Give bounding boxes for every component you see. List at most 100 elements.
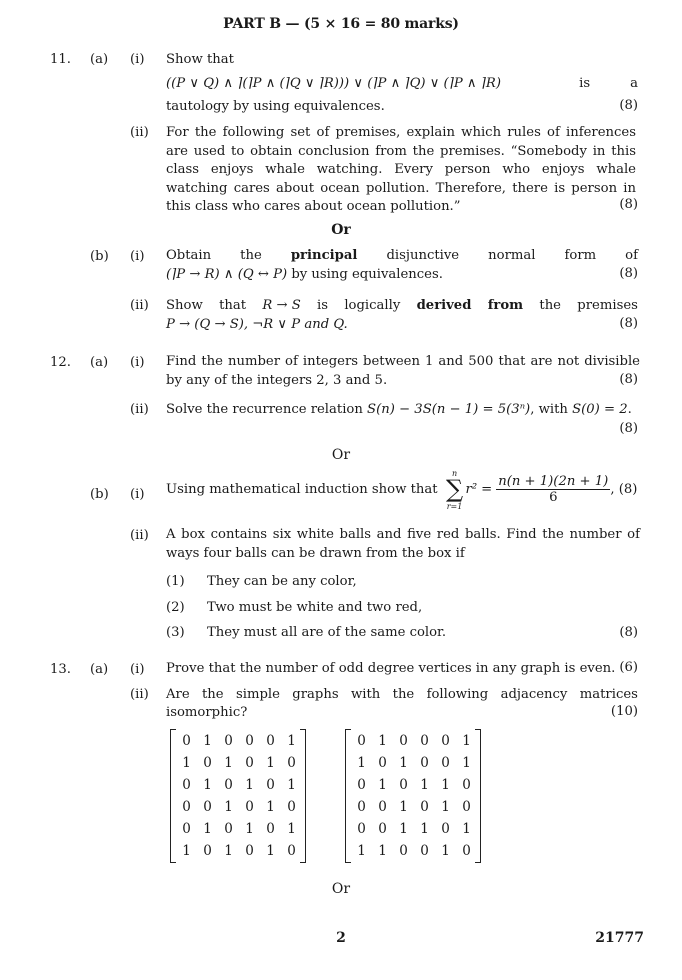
marks: (8): [618, 482, 638, 497]
matrix-cell: 1: [203, 821, 212, 837]
marks: (8): [619, 316, 638, 331]
word: the: [392, 687, 415, 702]
sigma-symbol: ∑: [445, 475, 464, 503]
or-separator: Or: [331, 881, 351, 897]
marks: (8): [619, 421, 638, 436]
matrix-cell: 0: [399, 843, 408, 859]
matrix-cell: 0: [224, 733, 233, 749]
question-text: For the following set of premises, expla…: [166, 125, 636, 214]
matrix-cell: 1: [203, 777, 212, 793]
matrix-cell: 0: [182, 733, 191, 749]
subpart-label: (i): [130, 249, 145, 264]
word: normal: [488, 248, 536, 263]
matrix-cell: 0: [462, 799, 471, 815]
question-text: Using mathematical induction show that: [166, 482, 438, 497]
right-bracket: [300, 729, 306, 863]
word: premises: [577, 298, 638, 313]
subpart-label: (i): [130, 487, 145, 502]
matrix-cell: 0: [441, 733, 450, 749]
matrix-cell: 0: [378, 821, 387, 837]
matrix-cell: 0: [357, 777, 366, 793]
word: the: [202, 687, 224, 702]
question-text-line: Obtain the principal disjunctive normal …: [166, 247, 638, 266]
matrix-cell: 1: [462, 821, 471, 837]
matrix-cell: 1: [399, 799, 408, 815]
matrix-cell: 1: [357, 755, 366, 771]
matrix-cell: 0: [420, 755, 429, 771]
matrix-cell: 1: [266, 843, 275, 859]
word: of: [625, 248, 638, 263]
formula: S(0) = 2: [572, 402, 628, 417]
matrix-cell: 0: [441, 755, 450, 771]
word: disjunctive: [386, 248, 460, 263]
word: with: [350, 687, 381, 702]
matrix-cell: 0: [266, 777, 275, 793]
formula: P → (Q → S), ¬R ∨ P and Q.: [166, 317, 348, 332]
equals-sign: =: [481, 482, 493, 497]
word: following: [426, 687, 489, 702]
formula: R → S: [262, 298, 301, 313]
subpart-label: (i): [130, 52, 145, 67]
sum-term: r²: [465, 482, 478, 497]
matrix-cell: 1: [182, 843, 191, 859]
matrix-cell: 1: [462, 733, 471, 749]
marks: (8): [619, 197, 638, 212]
matrix-cell: 0: [287, 843, 296, 859]
left-bracket: [345, 729, 351, 863]
question-text-line: Are the simple graphs with the following…: [166, 686, 638, 705]
matrix-cell: 1: [182, 755, 191, 771]
word: graphs: [292, 687, 339, 702]
matrix-cell: 0: [266, 733, 275, 749]
matrix-cell: 1: [378, 733, 387, 749]
matrix-cell: 0: [378, 755, 387, 771]
matrix-cell: 1: [224, 843, 233, 859]
subpart-label: (ii): [130, 687, 149, 702]
marks: (8): [619, 98, 638, 113]
word: form: [564, 248, 597, 263]
matrix-cell: 0: [462, 843, 471, 859]
option-label: (3): [166, 625, 185, 640]
matrix-cell: 1: [287, 821, 296, 837]
word: the: [240, 248, 262, 263]
question-text: Prove that the number of odd degree vert…: [166, 661, 616, 676]
matrix-cell: 1: [378, 843, 387, 859]
part-label: (b): [90, 249, 109, 264]
matrix-cell: 1: [287, 777, 296, 793]
matrix-cell: 1: [399, 755, 408, 771]
marks: (8): [619, 372, 638, 387]
question-text: Solve the recurrence relation: [166, 402, 368, 417]
matrix-cell: 1: [224, 755, 233, 771]
question-number: 13.: [50, 662, 71, 677]
matrix-cell: 0: [399, 733, 408, 749]
part-label: (a): [90, 355, 109, 370]
or-separator: Or: [331, 447, 351, 463]
subpart-label: (i): [130, 355, 145, 370]
matrix-cell: 1: [245, 777, 254, 793]
page-number: 2: [336, 930, 346, 946]
option-label: (2): [166, 600, 185, 615]
formula: S(n) − 3S(n − 1) = 5(3ⁿ): [367, 402, 531, 417]
question-text: Show that: [166, 52, 234, 67]
summation: n ∑ r=1: [444, 469, 466, 511]
word: adjacency: [500, 687, 568, 702]
formula: ((P ∨ Q) ∧ ⌉(⌉P ∧ (⌉Q ∨ ⌉R))) ∨ (⌉P ∧ ⌉Q…: [166, 76, 501, 91]
or-separator: Or: [331, 222, 351, 238]
matrix-cell: 1: [224, 799, 233, 815]
matrix-cell: 0: [245, 799, 254, 815]
denominator: 6: [549, 490, 558, 505]
numerator: n(n + 1)(2n + 1): [496, 474, 611, 490]
matrix-cell: 1: [441, 843, 450, 859]
matrix-cell: 1: [378, 777, 387, 793]
adjacency-matrix-1: 010001101010010101001010010101101010: [170, 729, 306, 863]
question-text: isomorphic?: [166, 705, 248, 720]
adjacency-matrix-2: 010001101001010110001010001101110010: [345, 729, 481, 863]
option-text: They can be any color,: [207, 574, 357, 589]
paper-code: 21777: [595, 930, 644, 946]
matrix-cell: 0: [224, 777, 233, 793]
matrix-cell: 1: [399, 821, 408, 837]
matrix-cell: 0: [182, 799, 191, 815]
matrix-cell: 0: [203, 843, 212, 859]
matrix-cell: 0: [266, 821, 275, 837]
word: Are: [166, 687, 190, 702]
word: is: [317, 298, 329, 313]
